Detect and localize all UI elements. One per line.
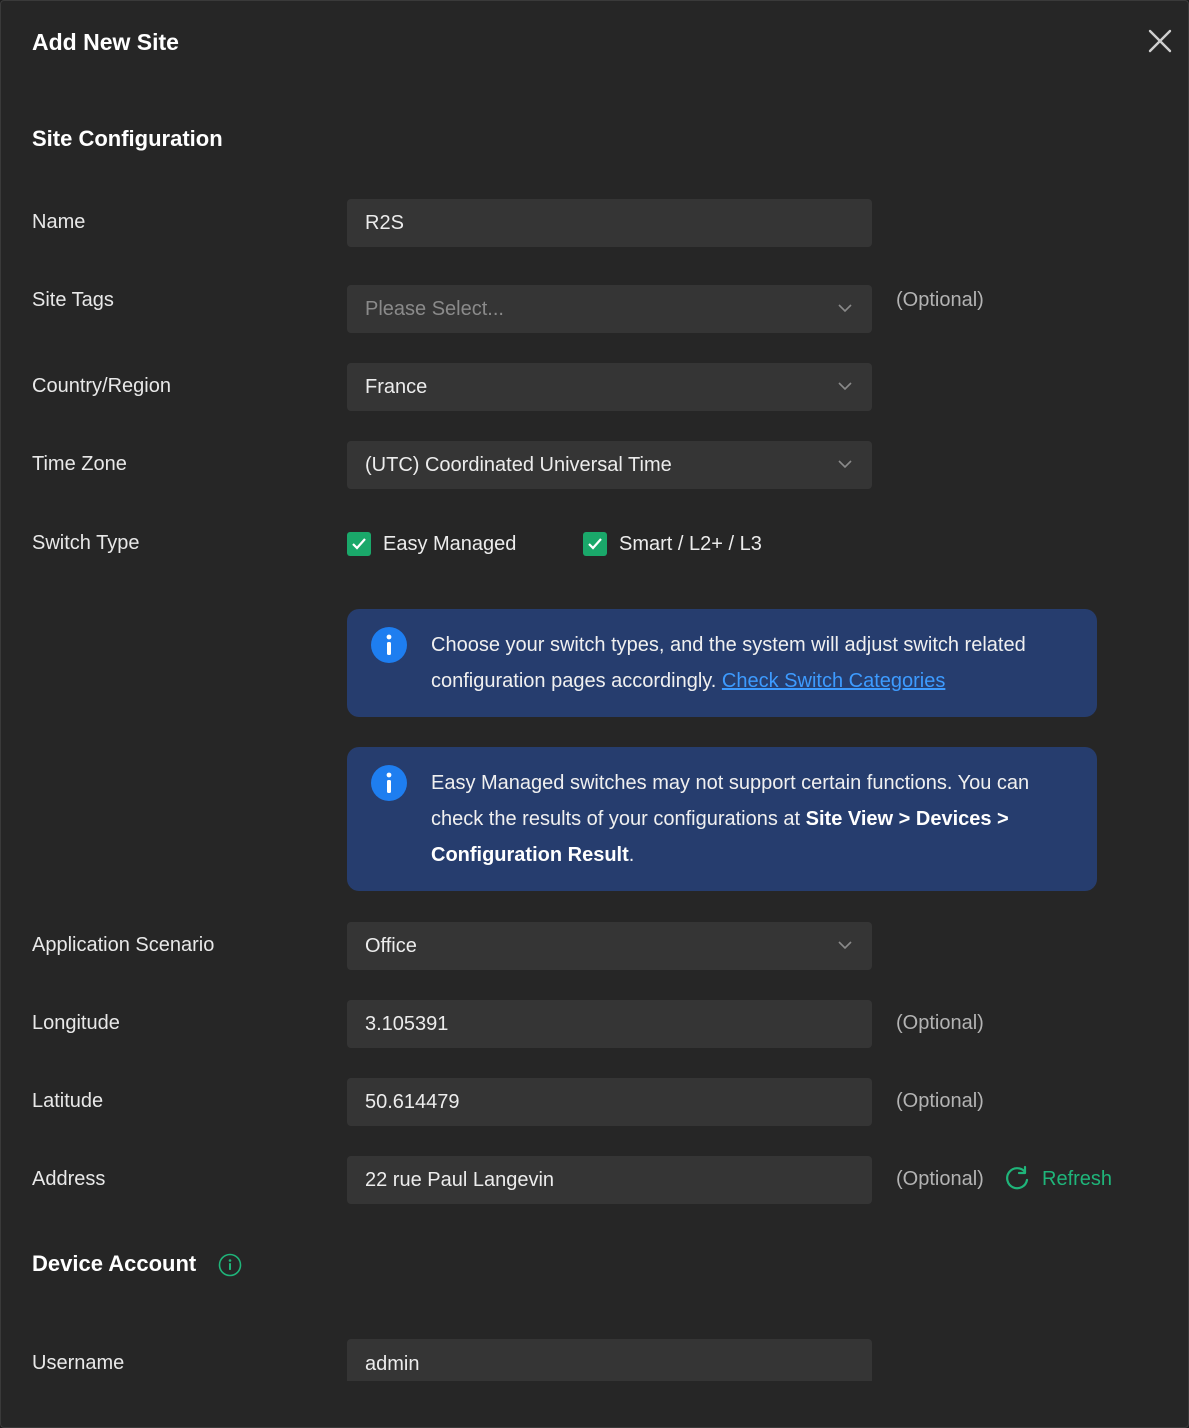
chevron-down-icon bbox=[838, 304, 852, 313]
site-tags-select[interactable]: Please Select... bbox=[347, 285, 872, 333]
site-tags-optional: (Optional) bbox=[896, 289, 984, 311]
scenario-select[interactable]: Office bbox=[347, 922, 872, 970]
time-zone-select[interactable]: (UTC) Coordinated Universal Time bbox=[347, 441, 872, 489]
chevron-down-icon bbox=[838, 460, 852, 469]
site-tags-label: Site Tags bbox=[32, 289, 114, 311]
name-value: R2S bbox=[365, 211, 404, 234]
site-configuration-heading: Site Configuration bbox=[32, 126, 223, 151]
device-account-heading: Device Account bbox=[32, 1251, 197, 1276]
smart-l2-l3-checkbox[interactable]: Smart / L2+ / L3 bbox=[583, 531, 762, 557]
refresh-label: Refresh bbox=[1042, 1167, 1113, 1190]
longitude-optional: (Optional) bbox=[896, 1012, 984, 1034]
latitude-optional: (Optional) bbox=[896, 1090, 984, 1112]
add-site-dialog: Add New Site Site Configuration Name R2S… bbox=[0, 0, 1189, 1428]
country-select[interactable]: France bbox=[347, 363, 872, 411]
username-value: admin bbox=[365, 1352, 420, 1375]
country-value: France bbox=[365, 375, 428, 398]
address-value: 22 rue Paul Langevin bbox=[365, 1168, 555, 1191]
checkmark-icon bbox=[347, 532, 371, 556]
switch-type-label: Switch Type bbox=[32, 532, 140, 554]
checkmark-icon bbox=[583, 532, 607, 556]
longitude-input[interactable]: 3.105391 bbox=[347, 1000, 872, 1048]
refresh-icon bbox=[1006, 1165, 1029, 1190]
address-optional: (Optional) bbox=[896, 1168, 984, 1190]
latitude-value: 50.614479 bbox=[365, 1090, 460, 1113]
easy-managed-info-box: Easy Managed switches may not support ce… bbox=[347, 747, 1097, 891]
dialog-title: Add New Site bbox=[32, 29, 179, 55]
country-label: Country/Region bbox=[32, 375, 171, 397]
name-label: Name bbox=[32, 211, 86, 233]
name-input[interactable]: R2S bbox=[347, 199, 872, 247]
close-icon[interactable] bbox=[1146, 27, 1174, 55]
refresh-button[interactable]: Refresh bbox=[1004, 1165, 1112, 1193]
time-zone-value: (UTC) Coordinated Universal Time bbox=[365, 453, 672, 476]
site-tags-placeholder: Please Select... bbox=[365, 297, 504, 320]
address-label: Address bbox=[32, 1168, 106, 1190]
easy-managed-checkbox[interactable]: Easy Managed bbox=[347, 531, 516, 557]
check-switch-categories-link[interactable]: Check Switch Categories bbox=[722, 670, 945, 692]
scenario-label: Application Scenario bbox=[32, 934, 215, 956]
time-zone-label: Time Zone bbox=[32, 453, 127, 475]
scenario-value: Office bbox=[365, 934, 417, 957]
smart-l2-l3-label: Smart / L2+ / L3 bbox=[619, 532, 762, 555]
info-icon bbox=[371, 765, 407, 801]
longitude-label: Longitude bbox=[32, 1012, 120, 1034]
chevron-down-icon bbox=[838, 941, 852, 950]
longitude-value: 3.105391 bbox=[365, 1012, 449, 1035]
easy-managed-label: Easy Managed bbox=[383, 532, 517, 555]
latitude-label: Latitude bbox=[32, 1090, 104, 1112]
username-input[interactable]: admin bbox=[347, 1339, 872, 1381]
username-label: Username bbox=[32, 1352, 125, 1374]
address-input[interactable]: 22 rue Paul Langevin bbox=[347, 1156, 872, 1204]
info-icon bbox=[371, 627, 407, 663]
info-icon[interactable] bbox=[218, 1253, 242, 1277]
latitude-input[interactable]: 50.614479 bbox=[347, 1078, 872, 1126]
chevron-down-icon bbox=[838, 382, 852, 391]
info2-period: . bbox=[628, 844, 635, 866]
switch-types-info-box: Choose your switch types, and the system… bbox=[347, 609, 1097, 717]
